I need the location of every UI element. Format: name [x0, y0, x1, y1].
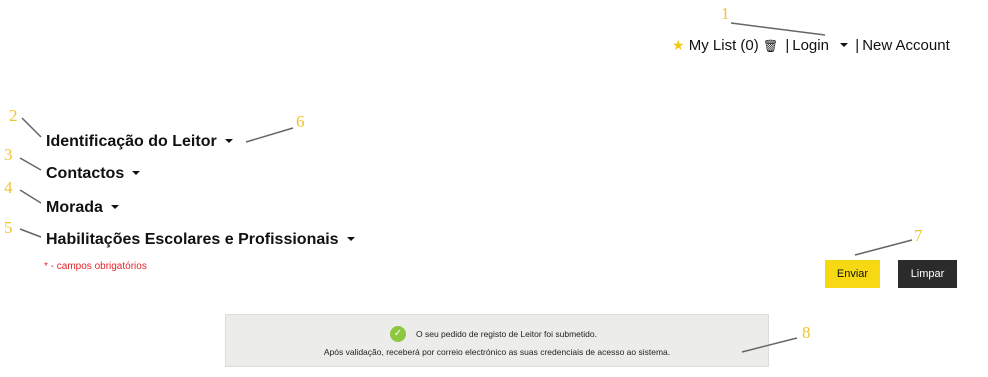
annotation-line-7 [854, 239, 913, 256]
annotation-number-5: 5 [4, 218, 13, 237]
annotation-line-2 [21, 117, 42, 138]
annotation-line-3 [19, 157, 42, 171]
annotation-number-1: 1 [721, 4, 730, 23]
annotation-number-6: 6 [296, 112, 305, 131]
annotation-lines [19, 22, 913, 353]
annotation-number-3: 3 [4, 145, 13, 164]
annotation-line-1 [730, 22, 826, 36]
annotation-line-4 [19, 189, 42, 204]
annotation-number-4: 4 [4, 178, 13, 197]
annotation-number-7: 7 [914, 226, 923, 245]
annotation-line-6 [245, 127, 294, 143]
annotation-line-8 [741, 337, 798, 353]
annotation-line-5 [19, 228, 42, 238]
annotation-number-8: 8 [802, 323, 811, 342]
annotation-number-2: 2 [9, 106, 18, 125]
